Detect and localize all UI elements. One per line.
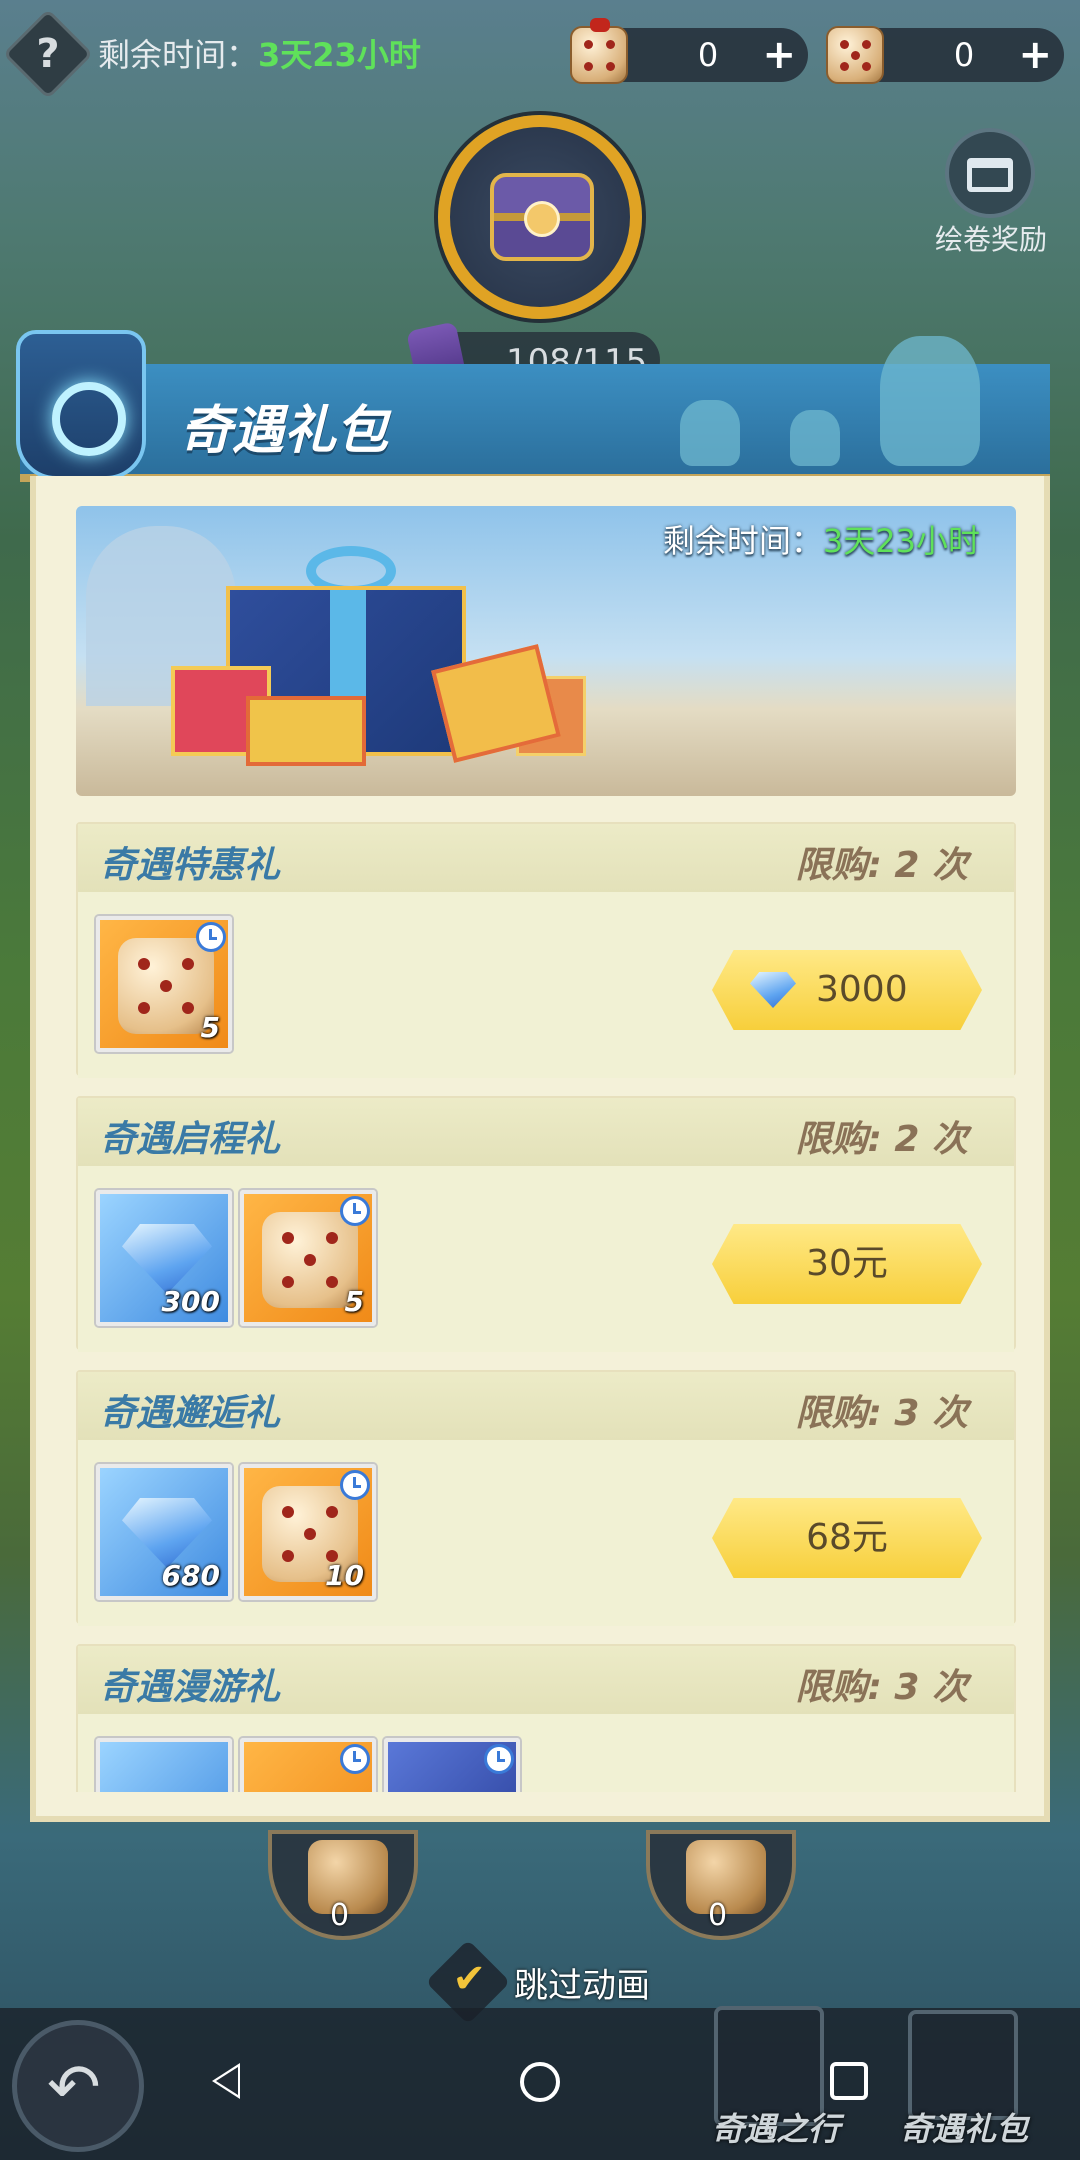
gem-icon — [750, 972, 796, 1008]
pack-purchase-limit: 限购: 3 次 — [795, 1667, 968, 1708]
right-dice-count: 0 — [708, 1898, 728, 1933]
buy-button[interactable]: 3000 — [712, 950, 982, 1030]
item-quantity: 300 — [161, 1285, 220, 1318]
album-reward-button[interactable] — [945, 128, 1035, 218]
dice-resource-2: 0 + — [826, 26, 1064, 84]
mage-silhouette-icon — [880, 336, 980, 466]
clock-icon — [340, 1470, 370, 1500]
item-quantity: 5 — [200, 1011, 220, 1044]
pack-purchase-limit: 限购: 2 次 — [795, 1119, 968, 1160]
remaining-time-label: 剩余时间： — [98, 36, 259, 74]
gem-icon — [122, 1224, 212, 1294]
skip-animation-label: 跳过动画 — [514, 1966, 650, 2006]
cat-silhouette-icon — [790, 410, 840, 466]
panel-title: 奇遇礼包 — [180, 401, 389, 461]
gift-pack-panel: 剩余时间：3天23小时 奇遇特惠礼 限购: 2 次 5 3000 奇遇启程礼 限… — [30, 476, 1050, 1822]
album-reward-label: 绘卷奖励 — [935, 223, 1048, 256]
pack-card: 奇遇漫游礼 限购: 3 次 — [76, 1644, 1016, 1792]
system-home-icon[interactable] — [520, 2062, 560, 2102]
pack-body: 300 5 30元 — [78, 1166, 1014, 1352]
tab-journey-label: 奇遇之行 — [712, 2110, 841, 2148]
dice-icon — [826, 26, 884, 84]
banner-remaining-value: 3天23小时 — [822, 522, 980, 560]
pack-header: 奇遇邂逅礼 限购: 3 次 — [78, 1372, 1014, 1440]
item-slot[interactable] — [384, 1738, 520, 1792]
remaining-time: 剩余时间：3天23小时 — [98, 30, 421, 76]
price-label: 68元 — [806, 1517, 888, 1558]
pack-header: 奇遇启程礼 限购: 2 次 — [78, 1098, 1014, 1166]
gem-item[interactable] — [96, 1738, 232, 1792]
item-quantity: 680 — [161, 1559, 220, 1592]
pack-header: 奇遇漫游礼 限购: 3 次 — [78, 1646, 1014, 1714]
pack-body: 680 10 68元 — [78, 1440, 1014, 1626]
banner-remaining-time: 剩余时间：3天23小时 — [663, 516, 980, 562]
treasure-chest-progress[interactable] — [438, 115, 642, 319]
dice-item[interactable]: 5 — [96, 916, 232, 1052]
buy-button[interactable]: 30元 — [712, 1224, 982, 1304]
price-label: 30元 — [806, 1243, 888, 1284]
pack-header: 奇遇特惠礼 限购: 2 次 — [78, 824, 1014, 892]
dice-item[interactable]: 10 — [240, 1464, 376, 1600]
dice-icon — [570, 18, 628, 84]
pack-card: 奇遇启程礼 限购: 2 次 300 5 30元 — [76, 1096, 1016, 1352]
book-icon — [967, 158, 1013, 192]
pack-card: 奇遇特惠礼 限购: 2 次 5 3000 — [76, 822, 1016, 1078]
treasure-chest-icon — [490, 173, 594, 261]
question-icon: ? — [36, 31, 60, 77]
left-dice-count: 0 — [330, 1898, 350, 1933]
return-arrow-icon: ↶ — [47, 2051, 101, 2125]
banner-remaining-label: 剩余时间： — [662, 522, 823, 560]
back-button[interactable]: ↶ — [12, 2020, 144, 2152]
gift-box-image — [246, 696, 366, 766]
pack-body — [78, 1714, 1014, 1792]
gift-banner: 剩余时间：3天23小时 — [76, 506, 1016, 796]
pack-name: 奇遇漫游礼 — [100, 1667, 281, 1708]
pack-purchase-limit: 限购: 2 次 — [795, 845, 968, 886]
top-hud: ? 剩余时间：3天23小时 0 + 0 + — [0, 0, 1080, 110]
resource-2-count: 0 — [953, 36, 975, 74]
buy-button[interactable]: 68元 — [712, 1498, 982, 1578]
clock-icon — [340, 1744, 370, 1774]
item-quantity: 5 — [344, 1285, 364, 1318]
pack-card: 奇遇邂逅礼 限购: 3 次 680 10 68元 — [76, 1370, 1016, 1626]
pack-name: 奇遇邂逅礼 — [100, 1393, 281, 1434]
help-button[interactable]: ? — [2, 8, 94, 100]
wizard-silhouette-icon — [680, 400, 740, 466]
clock-icon — [340, 1196, 370, 1226]
dice-item[interactable]: 5 — [240, 1190, 376, 1326]
item-quantity: 10 — [325, 1559, 364, 1592]
system-back-icon[interactable] — [212, 2063, 240, 2099]
clock-icon — [196, 922, 226, 952]
gem-item[interactable]: 680 — [96, 1464, 232, 1600]
dice-resource-1: 0 + — [570, 18, 808, 84]
encounter-emblem-icon — [16, 330, 146, 480]
add-resource-1-button[interactable]: + — [762, 32, 796, 78]
resource-1-count: 0 — [697, 36, 719, 74]
clock-icon — [484, 1744, 514, 1774]
gem-item[interactable]: 300 — [96, 1190, 232, 1326]
price-label: 3000 — [816, 969, 908, 1010]
gem-icon — [122, 1498, 212, 1568]
gift-pack-list[interactable]: 剩余时间：3天23小时 奇遇特惠礼 限购: 2 次 5 3000 奇遇启程礼 限… — [76, 506, 1016, 1792]
pack-name: 奇遇启程礼 — [100, 1119, 281, 1160]
remaining-time-value: 3天23小时 — [258, 36, 421, 74]
tab-gift-pack-label: 奇遇礼包 — [900, 2110, 1029, 2148]
pack-purchase-limit: 限购: 3 次 — [795, 1393, 968, 1434]
system-recents-icon[interactable] — [830, 2062, 868, 2100]
pack-name: 奇遇特惠礼 — [100, 845, 281, 886]
add-resource-2-button[interactable]: + — [1018, 32, 1052, 78]
dice-item[interactable] — [240, 1738, 376, 1792]
pack-body: 5 3000 — [78, 892, 1014, 1078]
